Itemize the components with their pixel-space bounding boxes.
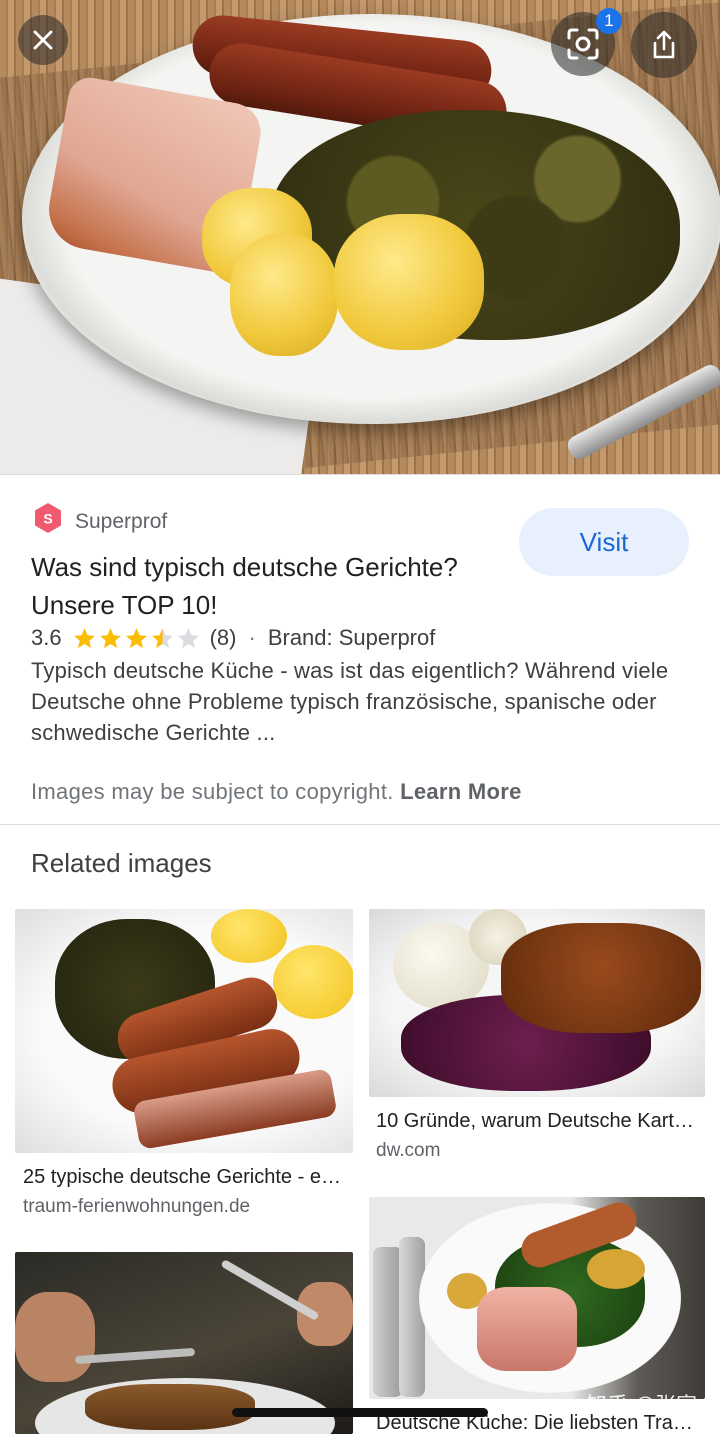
lens-badge: 1	[596, 8, 622, 34]
logo-letter: S	[43, 511, 52, 527]
result-description: Typisch deutsche Küche - was ist das eig…	[31, 658, 669, 745]
brand-label: Brand: Superprof	[267, 625, 436, 650]
roast-beef	[501, 923, 701, 1033]
close-icon	[33, 30, 53, 50]
related-source-1: traum-ferienwohnungen.de	[23, 1196, 251, 1217]
potato	[211, 909, 287, 963]
related-images-heading: Related images	[31, 848, 212, 878]
related-image-4[interactable]	[369, 1197, 705, 1399]
potato	[587, 1249, 645, 1289]
potato	[230, 234, 338, 356]
rating-value: 3.6	[31, 625, 62, 650]
copyright-notice: Images may be subject to copyright. Lear…	[31, 779, 522, 805]
learn-more-link[interactable]: Learn More	[400, 779, 522, 804]
potato	[273, 945, 353, 1019]
related-title-2[interactable]: 10 Gründe, warum Deutsche Karto…	[376, 1110, 696, 1133]
home-indicator[interactable]	[232, 1408, 488, 1417]
hand	[15, 1292, 95, 1382]
star-icon	[125, 627, 147, 648]
close-button[interactable]	[18, 15, 68, 65]
visit-button[interactable]: Visit	[519, 508, 689, 576]
rating-stars	[72, 626, 202, 651]
star-half-icon	[151, 627, 173, 648]
separator-dot: ·	[248, 625, 256, 650]
star-icon	[73, 627, 95, 648]
roast	[85, 1384, 255, 1430]
related-source-2: dw.com	[376, 1140, 441, 1161]
watermark: 知乎 @张宣	[586, 1394, 698, 1417]
copyright-text: Images may be subject to copyright.	[31, 779, 394, 804]
result-card: S Superprof Visit Was sind typisch deuts…	[0, 474, 720, 824]
star-empty-icon	[177, 627, 199, 648]
star-icon	[99, 627, 121, 648]
related-image-2[interactable]	[369, 909, 705, 1097]
superprof-logo-icon: S	[35, 503, 61, 533]
smoked-pork	[477, 1287, 577, 1371]
share-button[interactable]	[631, 12, 697, 78]
section-divider	[0, 824, 720, 825]
related-title-1[interactable]: 25 typische deutsche Gerichte - ei…	[23, 1166, 345, 1189]
result-title[interactable]: Was sind typisch deutsche Gerichte? Unse…	[31, 548, 521, 624]
potato	[334, 214, 484, 350]
source-name[interactable]: Superprof	[75, 510, 167, 534]
rating-row: 3.6 (8) · Brand: Superprof	[31, 625, 435, 651]
related-image-3[interactable]	[15, 1252, 353, 1434]
hero-image[interactable]	[0, 0, 720, 474]
related-image-1[interactable]	[15, 909, 353, 1153]
lens-icon	[567, 28, 599, 60]
rating-count: (8)	[209, 625, 237, 650]
share-icon	[653, 30, 675, 59]
